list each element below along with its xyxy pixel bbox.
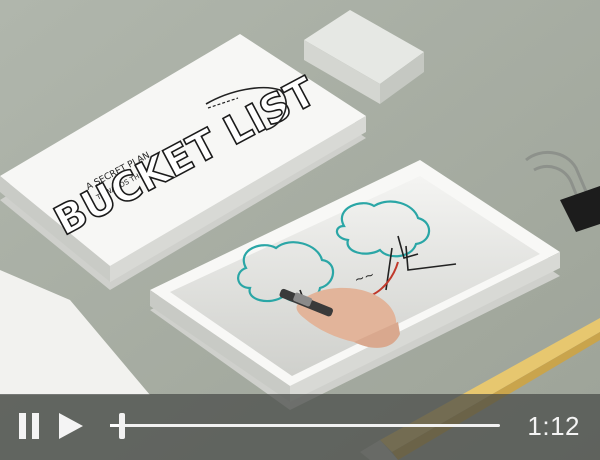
progress-track [110,424,500,427]
progress-handle[interactable] [118,413,125,439]
pause-button[interactable] [14,408,44,444]
progress-bar[interactable] [104,408,500,444]
time-display: 1:12 [527,411,580,441]
pause-icon [19,413,39,439]
video-player[interactable]: A SECRET PLAN TOWARDS THE BUCKET LIST ~~… [0,0,600,460]
play-button[interactable] [54,408,88,444]
play-icon [59,413,83,439]
video-frame: A SECRET PLAN TOWARDS THE BUCKET LIST ~~ [0,0,600,460]
player-controls-bar: 1:12 [0,394,600,460]
